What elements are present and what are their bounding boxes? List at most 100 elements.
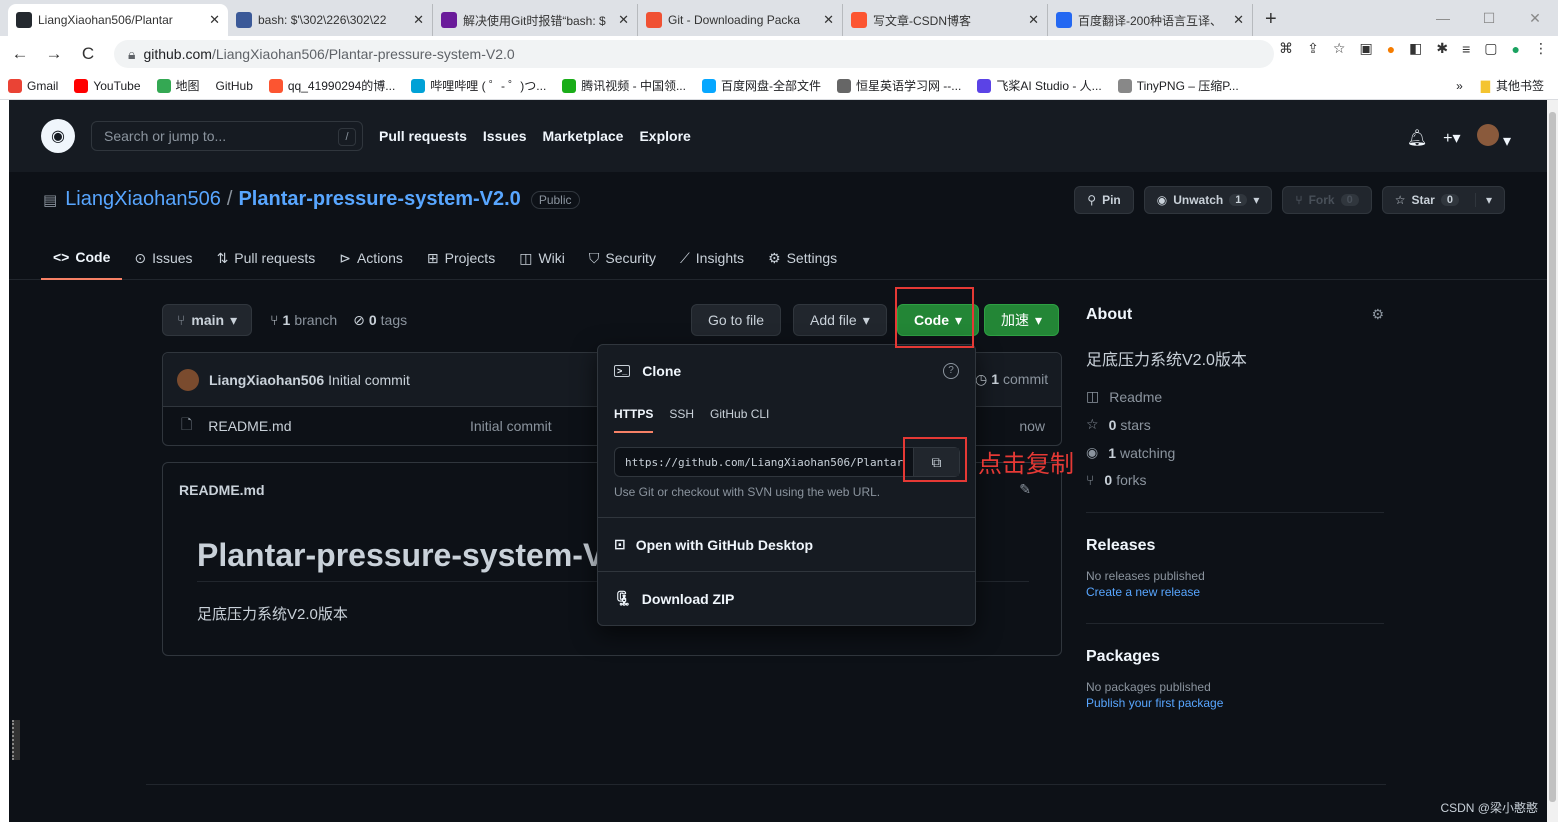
- bookmark-item[interactable]: YouTube: [74, 78, 141, 93]
- translate-icon[interactable]: ⌘: [1279, 40, 1293, 57]
- star-button[interactable]: ☆ Star 0 ▾: [1381, 186, 1505, 214]
- bookmark-item[interactable]: 百度网盘-全部文件: [701, 77, 821, 94]
- branch-select[interactable]: ⑂ main ▾: [162, 304, 253, 336]
- tab-issues[interactable]: ⊙ Issues: [122, 236, 204, 280]
- bookmark-item[interactable]: qq_41990294的博...: [268, 77, 395, 94]
- back-icon[interactable]: ←: [6, 44, 34, 64]
- bookmarks-overflow[interactable]: » ▇ 其他书签: [1456, 77, 1544, 94]
- maximize-icon[interactable]: ☐: [1466, 0, 1512, 36]
- fork-button[interactable]: ⑂ Fork 0: [1282, 186, 1372, 214]
- close-tab-icon[interactable]: ✕: [209, 12, 220, 28]
- close-tab-icon[interactable]: ✕: [823, 12, 834, 28]
- puzzle-icon[interactable]: ✱: [1436, 40, 1448, 57]
- help-icon[interactable]: ?: [943, 363, 959, 379]
- download-zip-item[interactable]: 🗜︎ Download ZIP: [598, 571, 975, 625]
- browser-tab[interactable]: bash: $'\302\226\302\22 ✕: [228, 4, 433, 36]
- github-logo-icon[interactable]: ◉: [41, 119, 75, 153]
- pin-button[interactable]: ⚲ Pin: [1074, 186, 1134, 214]
- tab-https[interactable]: HTTPS: [614, 407, 654, 433]
- stars-link[interactable]: ☆ 0 stars: [1086, 416, 1384, 433]
- bookmark-item[interactable]: 飞桨AI Studio - 人...: [977, 77, 1102, 94]
- accelerate-button[interactable]: 加速 ▾: [984, 304, 1060, 336]
- reload-icon[interactable]: C: [74, 44, 102, 64]
- tab-wiki[interactable]: ◫ Wiki: [507, 236, 577, 280]
- close-window-icon[interactable]: ✕: [1512, 0, 1558, 36]
- bookmark-item[interactable]: TinyPNG – 压缩P...: [1117, 77, 1239, 94]
- releases-title[interactable]: Releases: [1086, 537, 1384, 555]
- scrollbar-thumb[interactable]: [1549, 112, 1556, 802]
- extension-icon[interactable]: ◧: [1409, 40, 1422, 57]
- bookmark-item[interactable]: GitHub: [216, 79, 253, 93]
- tags-link[interactable]: ⊘ 0 tags: [353, 312, 407, 329]
- tab-code[interactable]: <> Code: [41, 236, 123, 280]
- publish-package-link[interactable]: Publish your first package: [1086, 696, 1384, 710]
- close-tab-icon[interactable]: ✕: [1028, 12, 1039, 28]
- share-icon[interactable]: ⇪: [1307, 40, 1319, 57]
- minimize-icon[interactable]: —: [1420, 0, 1466, 36]
- commit-author[interactable]: LiangXiaohan506: [209, 372, 324, 388]
- branches-link[interactable]: ⑂ 1 branch: [270, 312, 337, 328]
- forks-link[interactable]: ⑂ 0 forks: [1086, 472, 1384, 488]
- close-tab-icon[interactable]: ✕: [618, 12, 629, 28]
- browser-tab[interactable]: 写文章-CSDN博客 ✕: [843, 4, 1048, 36]
- clone-url-input[interactable]: [615, 455, 905, 469]
- plus-icon[interactable]: +▾: [1443, 128, 1460, 148]
- menu-icon[interactable]: ⋮: [1534, 40, 1548, 57]
- sidepanel-icon[interactable]: ▢: [1484, 40, 1497, 57]
- commit-message[interactable]: Initial commit: [328, 372, 410, 388]
- bookmark-item[interactable]: 腾讯视频 - 中国领...: [562, 77, 686, 94]
- open-desktop-item[interactable]: ⊡ Open with GitHub Desktop: [598, 517, 975, 571]
- bookmark-star-icon[interactable]: ☆: [1333, 40, 1346, 57]
- bookmark-item[interactable]: 地图: [156, 77, 200, 94]
- bookmark-item[interactable]: 恒星英语学习网 --...: [836, 77, 961, 94]
- url-field[interactable]: 🔒︎ github.com/LiangXiaohan506/Plantar-pr…: [114, 40, 1274, 68]
- tab-ssh[interactable]: SSH: [669, 407, 694, 433]
- search-input[interactable]: Search or jump to... /: [91, 121, 363, 151]
- tab-insights[interactable]: ⟋ Insights: [668, 236, 756, 280]
- browser-tab[interactable]: Git - Downloading Packa ✕: [638, 4, 843, 36]
- add-file-button[interactable]: Add file ▾: [793, 304, 887, 336]
- packages-title[interactable]: Packages: [1086, 648, 1384, 666]
- extension-icon[interactable]: ▣: [1359, 40, 1372, 57]
- browser-tab[interactable]: 百度翻译-200种语言互译、 ✕: [1048, 4, 1253, 36]
- chevron-down-icon[interactable]: ▾: [1474, 193, 1492, 207]
- bell-icon[interactable]: 🔔︎: [1407, 128, 1427, 148]
- file-commit-message[interactable]: Initial commit: [470, 418, 552, 434]
- close-tab-icon[interactable]: ✕: [1233, 12, 1244, 28]
- file-name[interactable]: README.md: [208, 418, 291, 434]
- profile-icon[interactable]: ●: [1512, 41, 1520, 57]
- new-tab-button[interactable]: +: [1253, 4, 1289, 36]
- unwatch-button[interactable]: ◉ Unwatch 1 ▾: [1143, 186, 1273, 214]
- nav-pull-requests[interactable]: Pull requests: [379, 128, 467, 144]
- repo-owner-link[interactable]: LiangXiaohan506: [65, 188, 221, 211]
- nav-explore[interactable]: Explore: [639, 128, 690, 144]
- avatar[interactable]: [177, 368, 199, 391]
- browser-tab[interactable]: LiangXiaohan506/Plantar ✕: [8, 4, 228, 36]
- commit-history-link[interactable]: ◷ 1 commit: [975, 371, 1048, 388]
- tab-settings[interactable]: ⚙ Settings: [756, 236, 849, 280]
- tab-actions[interactable]: ⊳ Actions: [327, 236, 415, 280]
- extension-icon[interactable]: ●: [1387, 41, 1395, 57]
- browser-tab[interactable]: 解决使用Git时报错“bash: $ ✕: [433, 4, 638, 36]
- watching-link[interactable]: ◉ 1 watching: [1086, 444, 1384, 461]
- forward-icon[interactable]: →: [40, 44, 68, 64]
- scrollbar[interactable]: [1547, 100, 1558, 822]
- bookmark-item[interactable]: 哔哩哔哩 ( ゜- ゜)つ...: [411, 77, 546, 94]
- user-avatar[interactable]: ▾: [1476, 124, 1511, 151]
- nav-issues[interactable]: Issues: [483, 128, 527, 144]
- tab-github-cli[interactable]: GitHub CLI: [710, 407, 769, 433]
- gear-icon: ⚙: [768, 249, 781, 266]
- nav-marketplace[interactable]: Marketplace: [543, 128, 624, 144]
- repo-name-link[interactable]: Plantar-pressure-system-V2.0: [238, 188, 520, 211]
- gear-icon[interactable]: ⚙: [1371, 306, 1384, 323]
- close-tab-icon[interactable]: ✕: [413, 12, 424, 28]
- tab-security[interactable]: ⛉ Security: [577, 236, 668, 280]
- edit-icon[interactable]: ✎: [1019, 481, 1031, 498]
- tab-pull-requests[interactable]: ⇅ Pull requests: [205, 236, 328, 280]
- tab-projects[interactable]: ⊞ Projects: [415, 236, 507, 280]
- create-release-link[interactable]: Create a new release: [1086, 585, 1384, 599]
- go-to-file-button[interactable]: Go to file: [691, 304, 782, 336]
- readme-link[interactable]: ◫ Readme: [1086, 388, 1384, 405]
- bookmark-item[interactable]: Gmail: [8, 78, 58, 93]
- reading-list-icon[interactable]: ≡: [1462, 41, 1470, 57]
